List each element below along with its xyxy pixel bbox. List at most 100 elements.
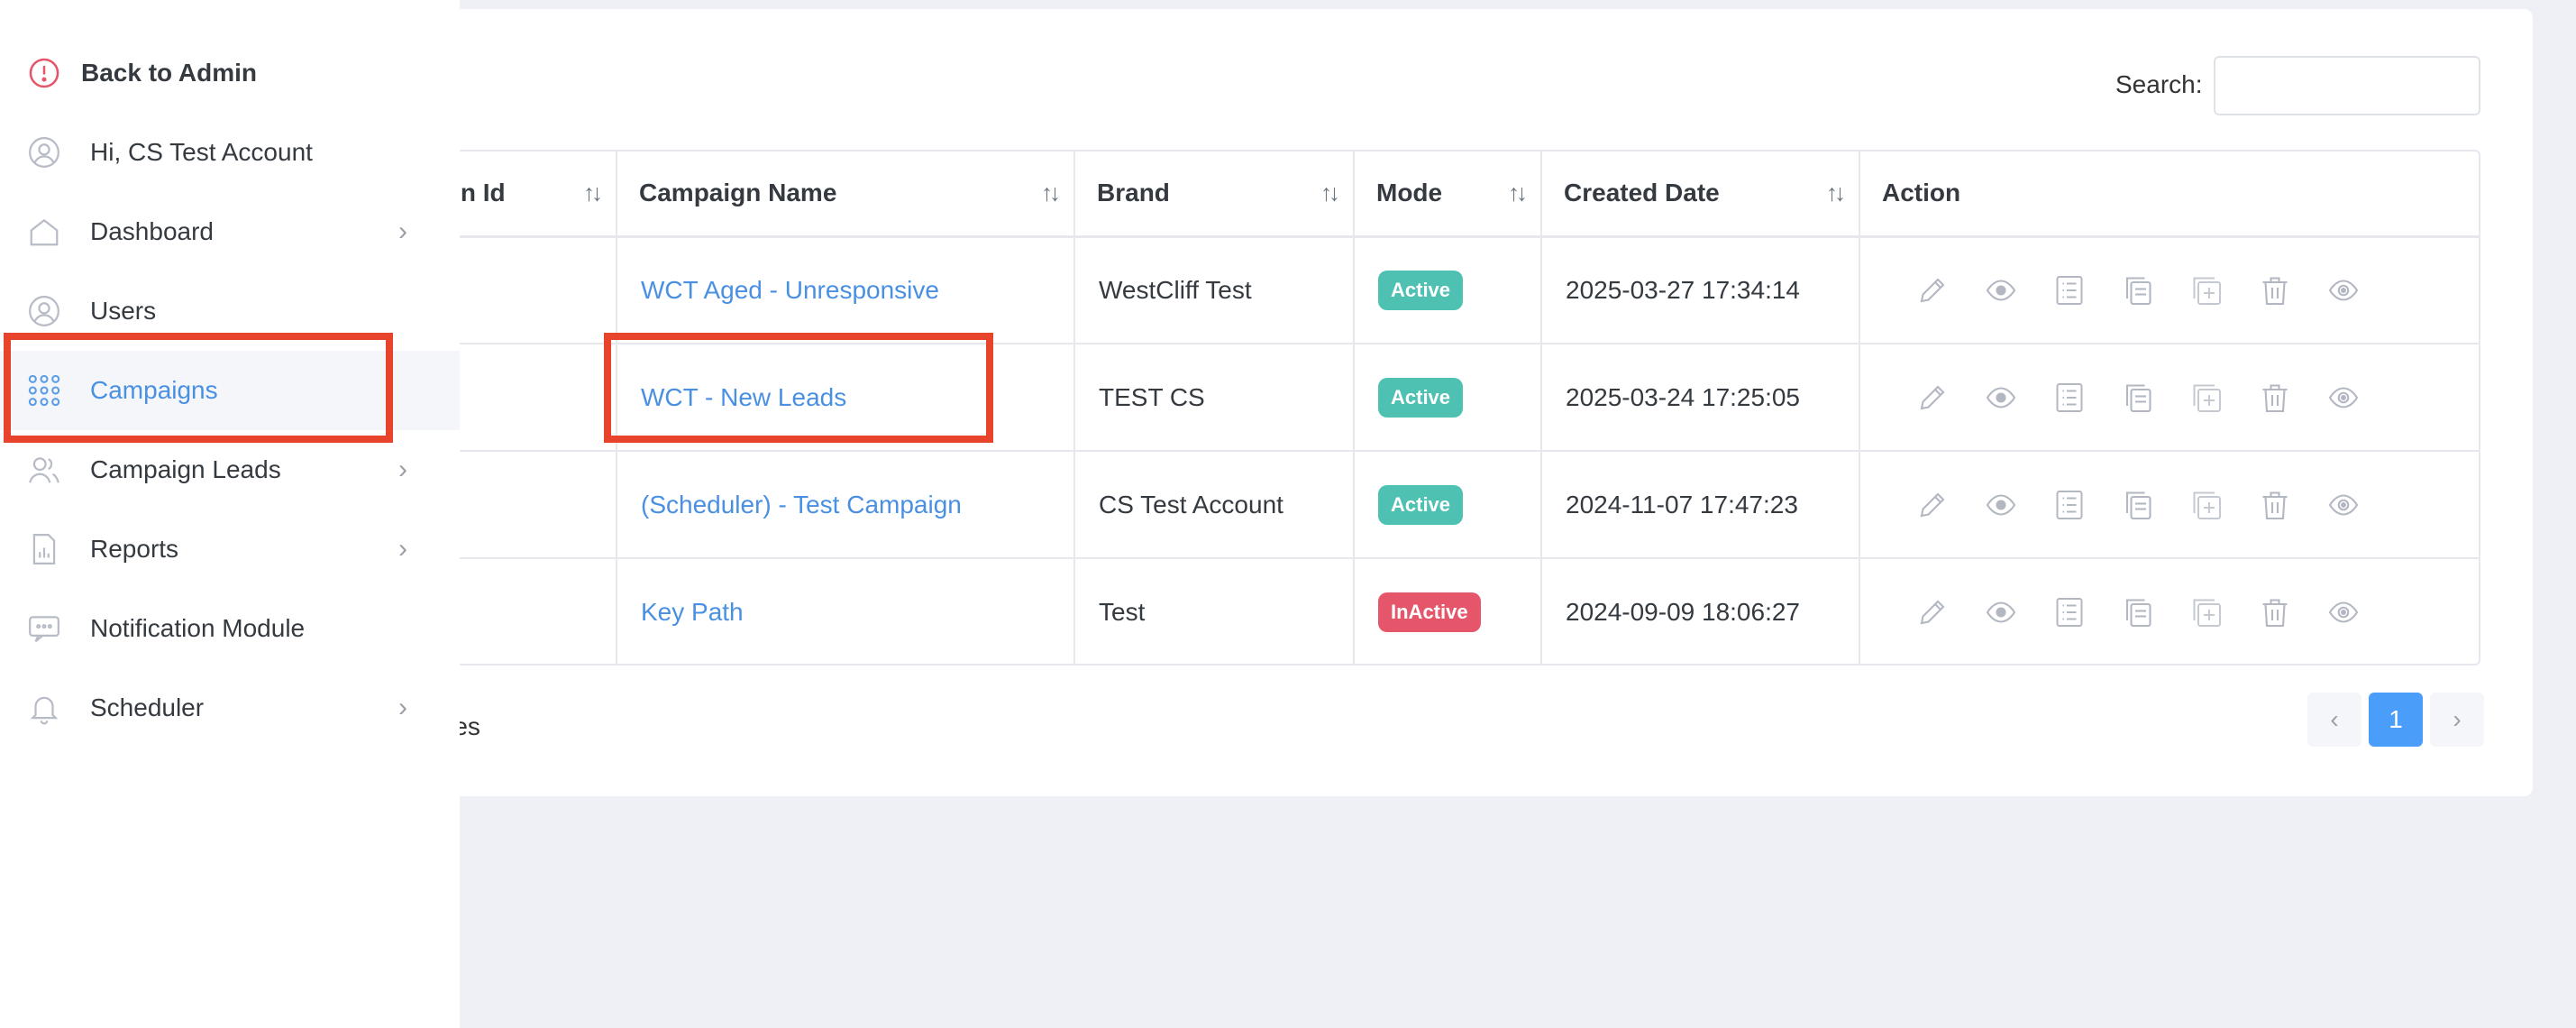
page-1-button[interactable]: 1 bbox=[2369, 693, 2423, 747]
edit-icon[interactable] bbox=[1916, 381, 1949, 414]
view-icon[interactable] bbox=[1985, 489, 2017, 521]
header-campaign-name[interactable]: Campaign Name ↑↓ bbox=[617, 151, 1075, 236]
preview-icon[interactable] bbox=[2327, 381, 2360, 414]
list-icon[interactable] bbox=[2053, 381, 2086, 414]
campaign-name-link[interactable]: (Scheduler) - Test Campaign bbox=[641, 491, 962, 519]
back-to-admin-label: Back to Admin bbox=[81, 59, 257, 87]
brand-cell: Test bbox=[1074, 558, 1355, 664]
status-badge: Active bbox=[1378, 377, 1464, 418]
created-date-cell: 2025-03-27 17:34:14 bbox=[1541, 236, 1860, 344]
mode-cell: Active bbox=[1354, 236, 1542, 344]
list-icon[interactable] bbox=[2053, 596, 2086, 629]
table-header-row: ign Id ↑↓ Campaign Name ↑↓ Brand ↑↓ Mode ↑↓ … bbox=[416, 151, 2479, 236]
message-icon bbox=[27, 611, 61, 646]
bell-icon bbox=[27, 691, 61, 725]
sort-icon[interactable]: ↑↓ bbox=[1826, 179, 1846, 207]
copy-icon[interactable] bbox=[2122, 596, 2154, 629]
status-badge: InActive bbox=[1378, 592, 1481, 632]
delete-icon[interactable] bbox=[2259, 274, 2291, 307]
status-badge: Active bbox=[1378, 484, 1464, 525]
next-page-button[interactable]: › bbox=[2430, 693, 2484, 747]
action-cell bbox=[1859, 344, 2479, 451]
header-mode[interactable]: Mode ↑↓ bbox=[1354, 151, 1542, 236]
edit-icon[interactable] bbox=[1916, 274, 1949, 307]
view-icon[interactable] bbox=[1985, 596, 2017, 629]
sidebar-item-label: Users bbox=[90, 297, 157, 325]
home-icon bbox=[27, 215, 61, 249]
add-copy-icon[interactable] bbox=[2190, 381, 2223, 414]
action-cell bbox=[1859, 236, 2479, 344]
created-date-cell: 2024-11-07 17:47:23 bbox=[1541, 451, 1860, 558]
table-row: Key Path Test InActive 2024-09-09 18:06:27 bbox=[416, 558, 2479, 664]
campaign-name-cell: Key Path bbox=[617, 558, 1075, 664]
header-brand[interactable]: Brand ↑↓ bbox=[1074, 151, 1355, 236]
chevron-right-icon: › bbox=[398, 216, 407, 246]
row-actions bbox=[1884, 381, 2455, 414]
alert-circle-icon bbox=[27, 56, 61, 90]
account-greeting: Hi, CS Test Account bbox=[0, 113, 460, 192]
chevron-right-icon: › bbox=[398, 534, 407, 564]
sidebar-item-label: Campaign Leads bbox=[90, 455, 281, 483]
search-label: Search: bbox=[2115, 70, 2203, 98]
sort-icon[interactable]: ↑↓ bbox=[1320, 179, 1340, 207]
chevron-right-icon: › bbox=[398, 693, 407, 722]
greeting-label: Hi, CS Test Account bbox=[90, 138, 313, 166]
mode-cell: InActive bbox=[1354, 558, 1542, 664]
prev-page-button[interactable]: ‹ bbox=[2307, 693, 2361, 747]
sort-icon[interactable]: ↑↓ bbox=[1041, 179, 1061, 207]
sidebar-item-notification-module[interactable]: Notification Module bbox=[0, 589, 460, 668]
highlight-new-leads bbox=[604, 333, 993, 443]
sort-icon[interactable]: ↑↓ bbox=[1508, 179, 1528, 207]
sidebar-item-label: Dashboard bbox=[90, 217, 214, 245]
row-actions bbox=[1884, 596, 2455, 629]
delete-icon[interactable] bbox=[2259, 489, 2291, 521]
add-copy-icon[interactable] bbox=[2190, 489, 2223, 521]
sort-icon[interactable]: ↑↓ bbox=[583, 179, 603, 207]
row-actions bbox=[1884, 489, 2455, 521]
preview-icon[interactable] bbox=[2327, 274, 2360, 307]
list-icon[interactable] bbox=[2053, 274, 2086, 307]
copy-icon[interactable] bbox=[2122, 381, 2154, 414]
sidebar-item-scheduler[interactable]: Scheduler › bbox=[0, 668, 460, 748]
copy-icon[interactable] bbox=[2122, 274, 2154, 307]
view-icon[interactable] bbox=[1985, 274, 2017, 307]
add-copy-icon[interactable] bbox=[2190, 274, 2223, 307]
users-icon bbox=[27, 453, 61, 487]
sidebar-item-label: Notification Module bbox=[90, 614, 306, 642]
back-to-admin-link[interactable]: Back to Admin bbox=[0, 33, 460, 113]
preview-icon[interactable] bbox=[2327, 596, 2360, 629]
list-icon[interactable] bbox=[2053, 489, 2086, 521]
mode-cell: Active bbox=[1354, 344, 1542, 451]
campaign-name-link[interactable]: Key Path bbox=[641, 598, 744, 626]
brand-cell: CS Test Account bbox=[1074, 451, 1355, 558]
delete-icon[interactable] bbox=[2259, 381, 2291, 414]
add-copy-icon[interactable] bbox=[2190, 596, 2223, 629]
preview-icon[interactable] bbox=[2327, 489, 2360, 521]
campaign-name-link[interactable]: WCT Aged - Unresponsive bbox=[641, 276, 939, 304]
view-icon[interactable] bbox=[1985, 381, 2017, 414]
search-input[interactable] bbox=[2214, 56, 2480, 115]
header-action: Action bbox=[1882, 179, 1961, 207]
edit-icon[interactable] bbox=[1916, 596, 1949, 629]
chevron-right-icon: › bbox=[398, 454, 407, 484]
report-icon bbox=[27, 532, 61, 566]
sidebar-item-dashboard[interactable]: Dashboard › bbox=[0, 192, 460, 271]
table-row: (Scheduler) - Test Campaign CS Test Accou… bbox=[416, 451, 2479, 558]
edit-icon[interactable] bbox=[1916, 489, 1949, 521]
highlight-campaigns bbox=[4, 333, 393, 443]
copy-icon[interactable] bbox=[2122, 489, 2154, 521]
header-created-date[interactable]: Created Date ↑↓ bbox=[1541, 151, 1860, 236]
delete-icon[interactable] bbox=[2259, 596, 2291, 629]
created-date-cell: 2024-09-09 18:06:27 bbox=[1541, 558, 1860, 664]
action-cell bbox=[1859, 558, 2479, 664]
created-date-cell: 2025-03-24 17:25:05 bbox=[1541, 344, 1860, 451]
user-circle-icon bbox=[27, 135, 61, 170]
user-icon bbox=[27, 294, 61, 328]
sidebar: Back to Admin Hi, CS Test Account Dashbo… bbox=[0, 0, 460, 1028]
sidebar-item-label: Reports bbox=[90, 535, 179, 563]
sidebar-item-label: Scheduler bbox=[90, 693, 205, 721]
pagination: ‹ 1 › bbox=[2307, 693, 2484, 747]
sidebar-item-reports[interactable]: Reports › bbox=[0, 509, 460, 589]
table-row: WCT Aged - Unresponsive WestCliff Test Act… bbox=[416, 236, 2479, 344]
action-cell bbox=[1859, 451, 2479, 558]
